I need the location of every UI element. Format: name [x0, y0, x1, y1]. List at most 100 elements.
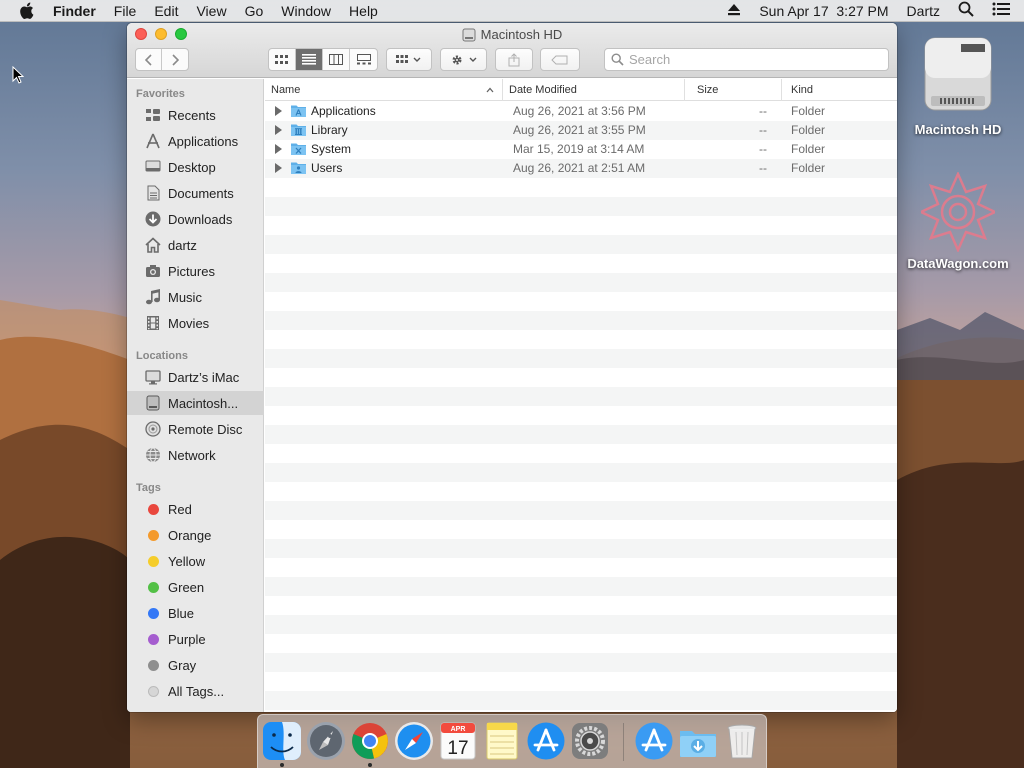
- file-list: Name Date Modified Size Kind Application…: [265, 79, 897, 712]
- menu-edit[interactable]: Edit: [154, 3, 178, 19]
- menu-go[interactable]: Go: [245, 3, 264, 19]
- hard-drive-icon: [144, 394, 162, 412]
- column-header-name[interactable]: Name: [265, 79, 503, 101]
- file-name: System: [311, 142, 352, 156]
- file-date-modified: Aug 26, 2021 at 3:56 PM: [513, 104, 646, 118]
- column-header-date[interactable]: Date Modified: [503, 79, 685, 101]
- hard-drive-icon: [924, 37, 992, 111]
- back-button[interactable]: [136, 49, 163, 70]
- dock-app-store[interactable]: [526, 721, 566, 761]
- file-kind: Folder: [791, 104, 826, 118]
- apple-menu-icon[interactable]: [19, 2, 37, 19]
- dock-trash[interactable]: [722, 721, 762, 761]
- red-tag-dot-icon: [147, 503, 159, 515]
- hard-drive-icon: [462, 28, 476, 41]
- table-row[interactable]: System Mar 15, 2019 at 3:14 AM -- Folder: [265, 140, 897, 159]
- file-size: --: [759, 104, 767, 118]
- disclosure-triangle-icon[interactable]: [275, 144, 282, 154]
- disclosure-triangle-icon[interactable]: [275, 163, 282, 173]
- search-icon: [611, 53, 624, 66]
- dock-chrome[interactable]: [350, 721, 390, 761]
- share-button[interactable]: [495, 48, 533, 71]
- edit-tags-button[interactable]: [540, 48, 580, 71]
- desktop-icon-macintosh-hd[interactable]: Macintosh HD: [903, 32, 1013, 137]
- sidebar-item-applications[interactable]: Applications: [127, 129, 264, 153]
- menu-app-finder[interactable]: Finder: [53, 3, 96, 19]
- table-row[interactable]: Users Aug 26, 2021 at 2:51 AM -- Folder: [265, 159, 897, 178]
- sidebar-tag-blue[interactable]: Blue: [127, 601, 264, 625]
- menu-bar: Finder File Edit View Go Window Help Sun…: [0, 0, 1024, 22]
- disclosure-triangle-icon[interactable]: [275, 125, 282, 135]
- gray-tag-dot-icon: [147, 659, 159, 671]
- sidebar-item-label: Red: [168, 501, 192, 517]
- file-size: --: [759, 123, 767, 137]
- menu-view[interactable]: View: [196, 3, 226, 19]
- file-list-rows: Applications Aug 26, 2021 at 3:56 PM -- …: [265, 102, 897, 712]
- sidebar-tag-red[interactable]: Red: [127, 497, 264, 521]
- dock-finder[interactable]: [262, 721, 302, 761]
- sidebar-item-label: Recents: [168, 107, 216, 123]
- search-field[interactable]: [604, 48, 889, 71]
- spotlight-search-icon[interactable]: [958, 1, 974, 20]
- sidebar-item-recents[interactable]: Recents: [127, 103, 264, 127]
- sidebar-tag-green[interactable]: Green: [127, 575, 264, 599]
- list-view-button[interactable]: [296, 49, 323, 70]
- column-header-size[interactable]: Size: [685, 79, 782, 101]
- group-by-button[interactable]: [386, 48, 432, 71]
- sidebar-item-music[interactable]: Music: [127, 285, 264, 309]
- sidebar-item-home[interactable]: dartz: [127, 233, 264, 257]
- file-date-modified: Aug 26, 2021 at 2:51 AM: [513, 161, 646, 175]
- sidebar-item-desktop[interactable]: Desktop: [127, 155, 264, 179]
- icon-view-icon: [275, 54, 288, 64]
- dock-downloads-folder[interactable]: [678, 721, 718, 761]
- calendar-icon: APR 17: [440, 722, 476, 760]
- menu-help[interactable]: Help: [349, 3, 378, 19]
- dock-calendar[interactable]: APR 17: [438, 721, 478, 761]
- sidebar-tag-gray[interactable]: Gray: [127, 653, 264, 677]
- sidebar-item-pictures[interactable]: Pictures: [127, 259, 264, 283]
- sidebar-tag-yellow[interactable]: Yellow: [127, 549, 264, 573]
- remote-disc-icon: [144, 420, 162, 438]
- sidebar-item-remote-disc[interactable]: Remote Disc: [127, 417, 264, 441]
- desktop-icon-datawagon[interactable]: DataWagon.com: [903, 172, 1013, 271]
- gallery-view-button[interactable]: [350, 49, 377, 70]
- running-indicator: [280, 763, 284, 767]
- sidebar: Favorites Recents Applications Desktop D…: [127, 79, 264, 712]
- sidebar-item-label: Remote Disc: [168, 421, 243, 437]
- dock-launchpad[interactable]: [306, 721, 346, 761]
- sidebar-tag-purple[interactable]: Purple: [127, 627, 264, 651]
- sidebar-item-network[interactable]: Network: [127, 443, 264, 467]
- column-view-button[interactable]: [323, 49, 350, 70]
- search-input[interactable]: [629, 52, 869, 67]
- menubar-clock[interactable]: Sun Apr 17 3:27 PM: [759, 3, 888, 19]
- action-menu-button[interactable]: [440, 48, 487, 71]
- sidebar-item-macintosh-hd[interactable]: Macintosh...: [127, 391, 264, 415]
- file-size: --: [759, 161, 767, 175]
- sidebar-tag-orange[interactable]: Orange: [127, 523, 264, 547]
- table-row[interactable]: Applications Aug 26, 2021 at 3:56 PM -- …: [265, 102, 897, 121]
- forward-button[interactable]: [162, 49, 188, 70]
- sidebar-item-movies[interactable]: Movies: [127, 311, 264, 335]
- menubar-user[interactable]: Dartz: [907, 3, 940, 19]
- sidebar-all-tags[interactable]: All Tags...: [127, 679, 264, 703]
- dock-system-preferences[interactable]: [570, 721, 610, 761]
- disclosure-triangle-icon[interactable]: [275, 106, 282, 116]
- menu-file[interactable]: File: [114, 3, 137, 19]
- dock-notes[interactable]: [482, 721, 522, 761]
- sidebar-header-favorites: Favorites: [136, 88, 185, 100]
- sidebar-item-imac[interactable]: Dartz’s iMac: [127, 365, 264, 389]
- sidebar-item-label: dartz: [168, 237, 197, 253]
- orange-tag-dot-icon: [147, 529, 159, 541]
- table-row[interactable]: Library Aug 26, 2021 at 3:55 PM -- Folde…: [265, 121, 897, 140]
- icon-view-button[interactable]: [269, 49, 296, 70]
- sidebar-item-downloads[interactable]: Downloads: [127, 207, 264, 231]
- dock-app-store-stack[interactable]: [634, 721, 674, 761]
- sidebar-header-locations: Locations: [136, 350, 188, 362]
- eject-icon[interactable]: [727, 3, 741, 19]
- dock-safari[interactable]: [394, 721, 434, 761]
- calendar-day: 17: [447, 738, 468, 759]
- sidebar-item-documents[interactable]: Documents: [127, 181, 264, 205]
- notification-center-icon[interactable]: [992, 2, 1010, 19]
- menu-window[interactable]: Window: [281, 3, 331, 19]
- column-header-kind[interactable]: Kind: [782, 79, 897, 101]
